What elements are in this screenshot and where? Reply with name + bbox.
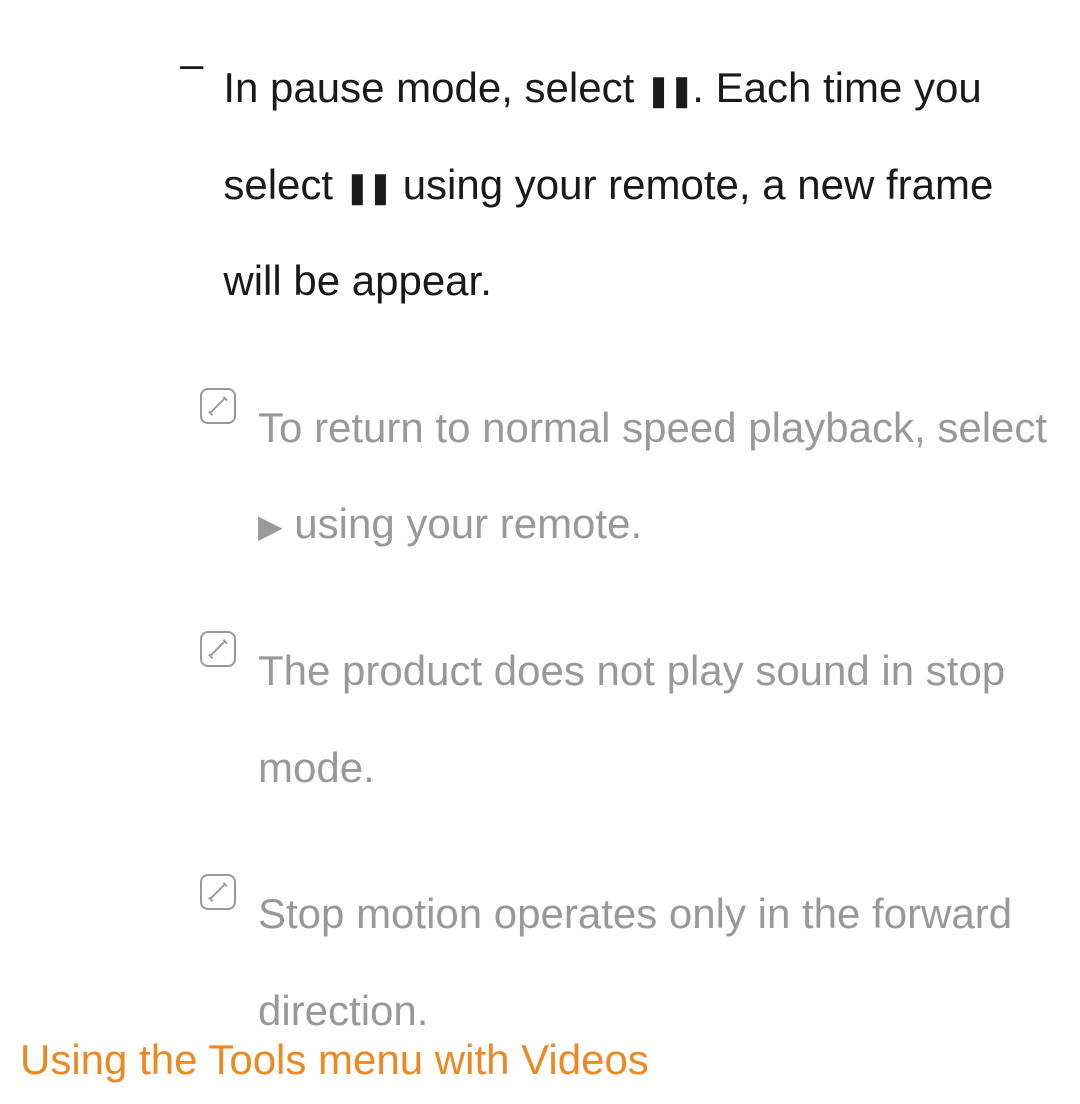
note-text: The product does not play sound in stop … <box>258 623 1060 816</box>
play-icon: ▶ <box>258 508 283 544</box>
note-item-2: The product does not play sound in stop … <box>200 623 1060 816</box>
note-item-1: To return to normal speed playback, sele… <box>200 380 1060 573</box>
note-text: To return to normal speed playback, sele… <box>258 380 1060 573</box>
bullet-text: In pause mode, select ❚❚. Each time you … <box>223 40 1060 330</box>
note-icon <box>200 631 236 667</box>
section-heading: Using the Tools menu with Videos <box>20 1036 649 1084</box>
note-text-before: Stop motion operates only in the forward… <box>258 890 1012 1034</box>
bullet-text-part1: In pause mode, select <box>223 64 646 111</box>
pause-icon: ❚❚ <box>345 171 391 204</box>
note-text: Stop motion operates only in the forward… <box>258 866 1060 1059</box>
note-icon <box>200 388 236 424</box>
note-item-3: Stop motion operates only in the forward… <box>200 866 1060 1059</box>
note-text-after: using your remote. <box>283 500 643 547</box>
note-icon <box>200 874 236 910</box>
note-text-before: To return to normal speed playback, sele… <box>258 404 1047 451</box>
note-text-before: The product does not play sound in stop … <box>258 647 1005 791</box>
pause-icon: ❚❚ <box>646 74 692 107</box>
bullet-dash: – <box>180 40 203 330</box>
bullet-item: – In pause mode, select ❚❚. Each time yo… <box>180 40 1060 330</box>
